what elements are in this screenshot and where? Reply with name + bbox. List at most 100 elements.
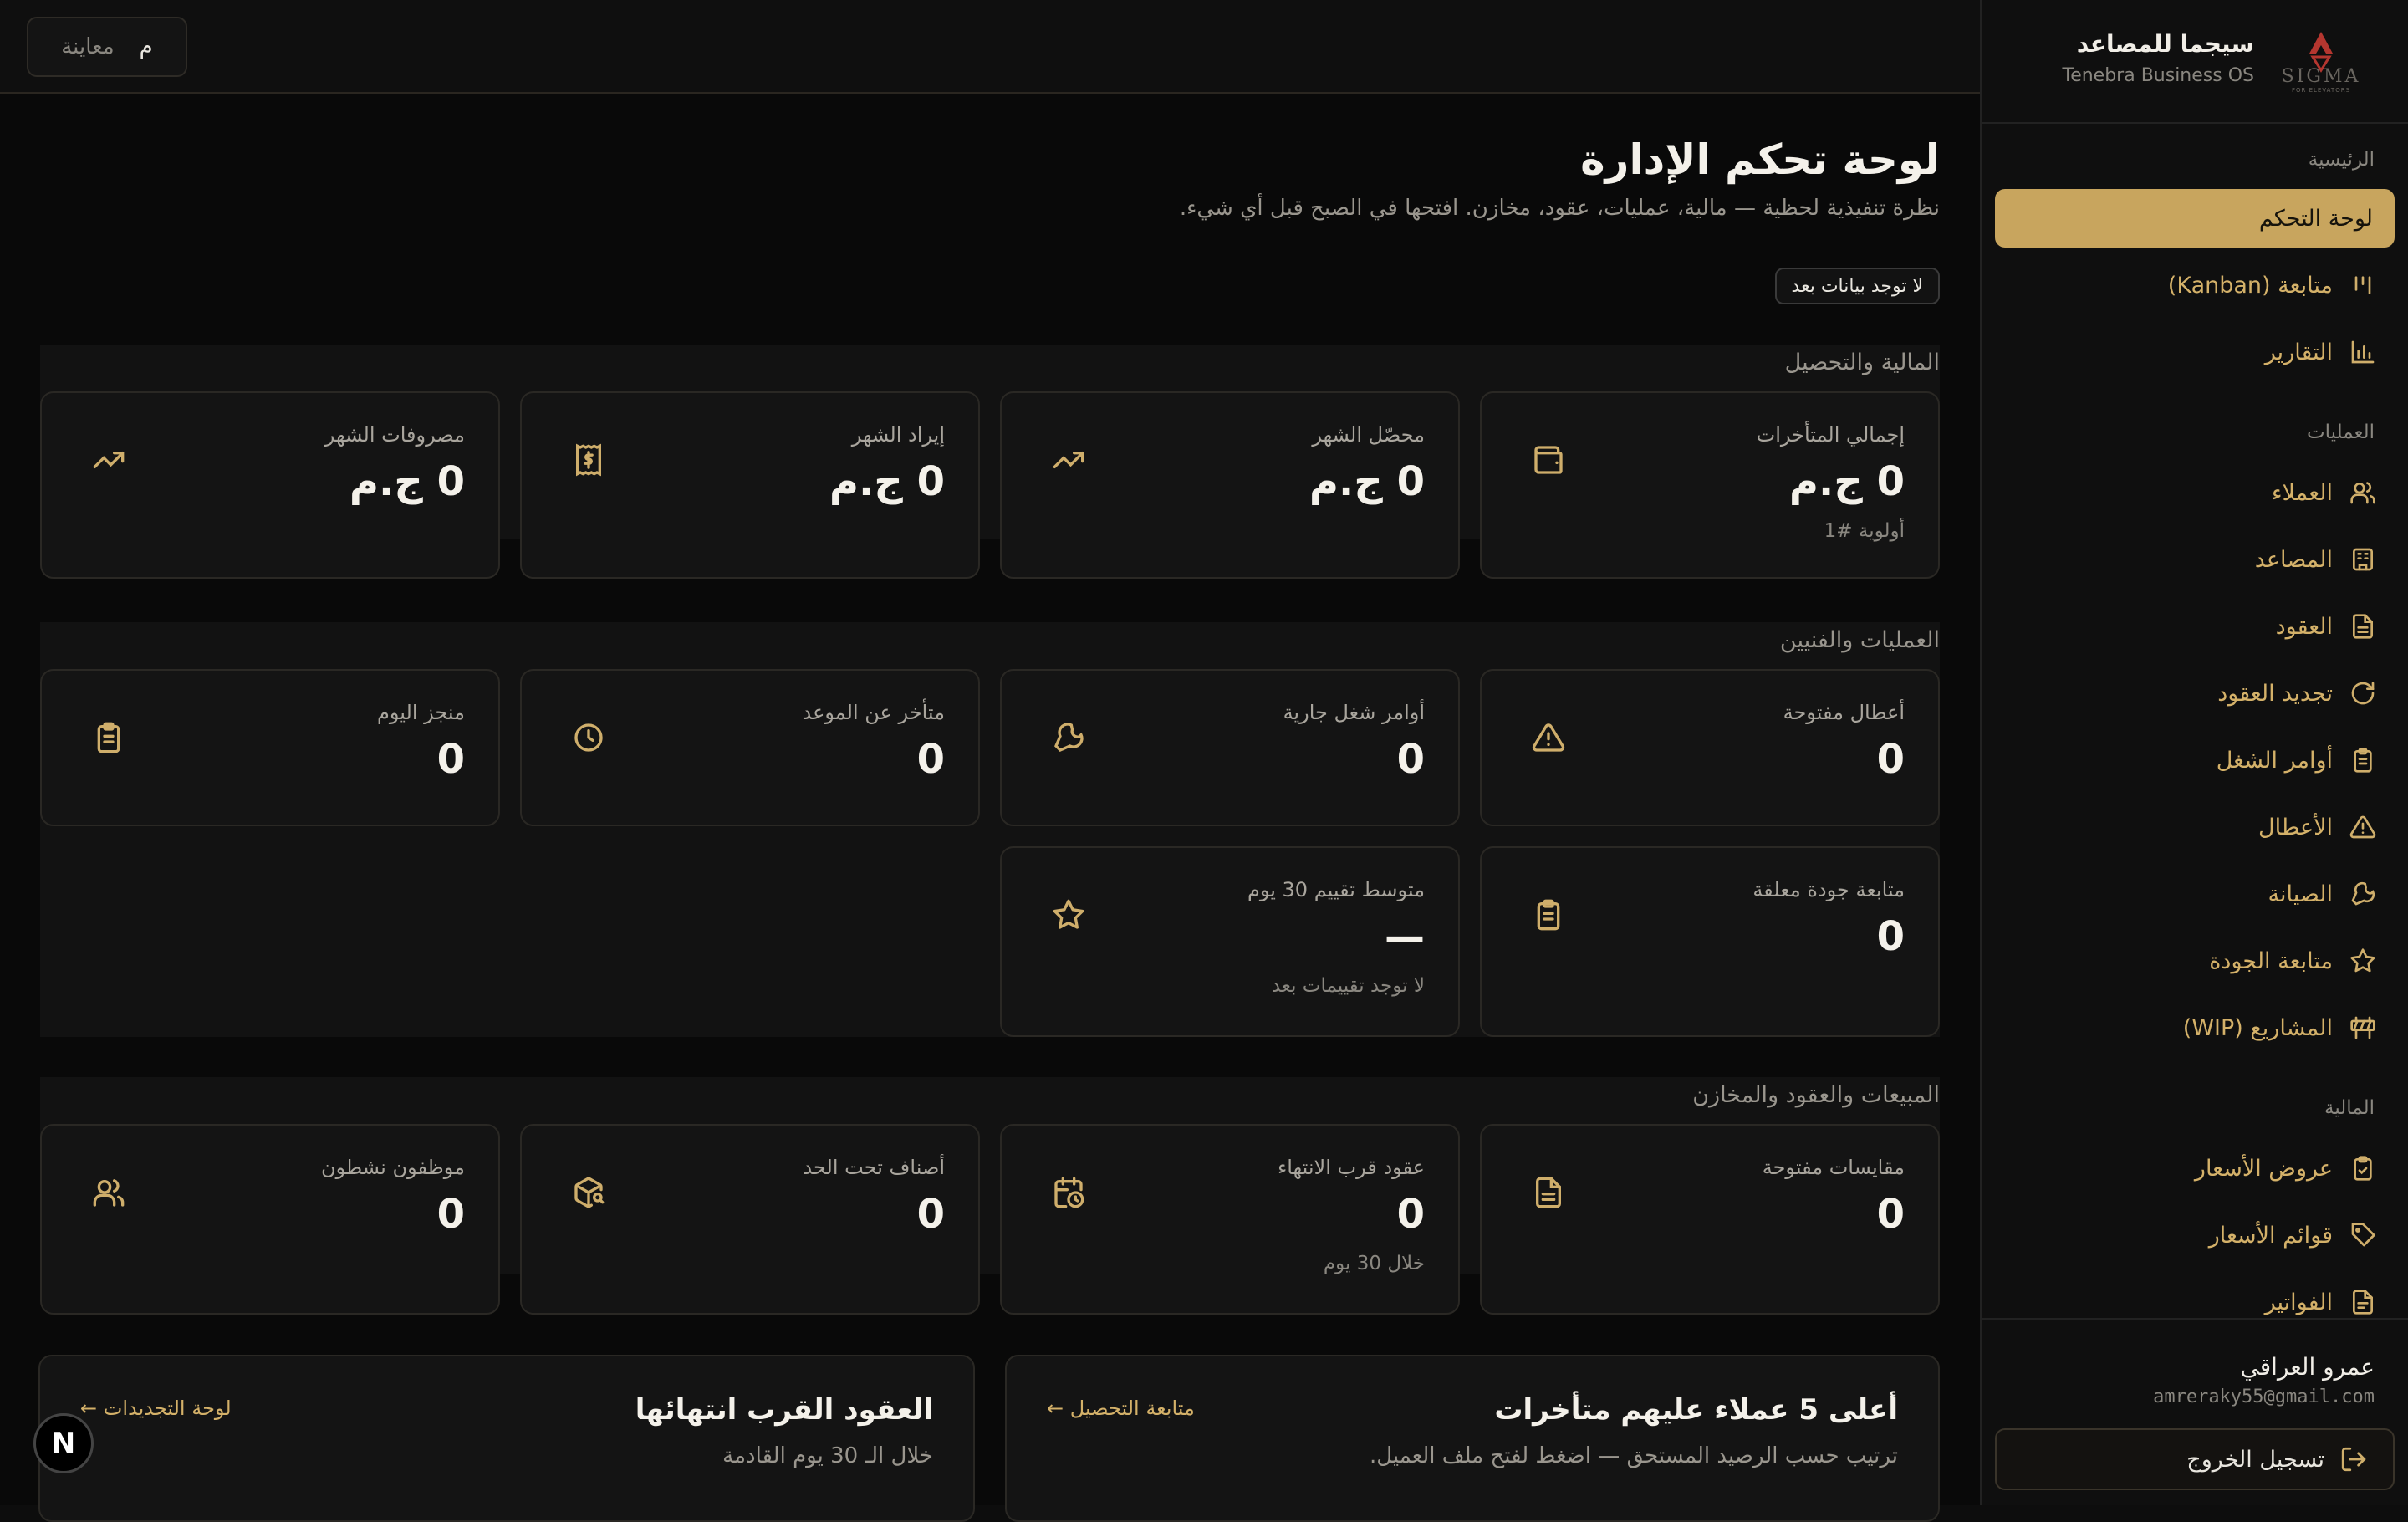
kpi-label: إجمالي المتأخرات (1756, 423, 1905, 447)
sidebar-item-label: الفواتير (2264, 1289, 2333, 1315)
logout-button[interactable]: تسجيل الخروج (1995, 1428, 2395, 1490)
wrench-icon (1054, 723, 1084, 752)
preview-toggle[interactable]: معاينة م (27, 17, 187, 77)
user-email: amreraky55@gmail.com (2153, 1387, 2375, 1407)
sidebar-nav: الرئيسية لوحة التحكم متابعة (Kanban) الت… (1982, 124, 2408, 1320)
kpi-label: مقايسات مفتوحة (1762, 1156, 1905, 1179)
svg-text:FOR ELEVATORS: FOR ELEVATORS (2292, 87, 2350, 94)
star-icon (2350, 948, 2375, 973)
sidebar-item-reports[interactable]: التقارير (1995, 323, 2395, 381)
renewals-board-link[interactable]: لوحة التجديدات ← (80, 1397, 232, 1420)
users-icon (2350, 482, 2375, 504)
logout-icon (2341, 1447, 2366, 1472)
users-icon (93, 1179, 125, 1207)
kpi-label: متابعة جودة معلقة (1752, 878, 1905, 901)
page-title: لوحة تحكم الإدارة (1580, 135, 1940, 184)
kpi-card-total-overdue[interactable]: إجمالي المتأخرات 0 ج.م أولوية #1 (1480, 391, 1940, 579)
kpi-card-overdue-tasks[interactable]: متأخر عن الموعد 0 (520, 669, 980, 826)
kpi-label: متأخر عن الموعد (802, 701, 945, 724)
sidebar-item-label: متابعة (Kanban) (2167, 272, 2333, 299)
kpi-card-low-stock[interactable]: أصناف تحت الحد 0 (520, 1124, 980, 1315)
sidebar-item-elevators[interactable]: المصاعد (1995, 530, 2395, 589)
sidebar-item-label: تجديد العقود (2217, 680, 2333, 707)
wrench-icon (2351, 881, 2375, 906)
kpi-card-avg-rating[interactable]: متوسط تقييم 30 يوم — لا توجد تقييمات بعد (1000, 846, 1460, 1037)
barrier-icon (2350, 1016, 2375, 1039)
sidebar-item-work-orders[interactable]: أوامر الشغل (1995, 731, 2395, 789)
nav-section-home: الرئيسية (2308, 149, 2375, 171)
kpi-card-month-collected[interactable]: محصّل الشهر 0 ج.م (1000, 391, 1460, 579)
sidebar-item-invoices[interactable]: الفواتير (1995, 1273, 2395, 1320)
kpi-label: أوامر شغل جارية (1283, 701, 1425, 724)
brand-name: سيجما للمصاعد (2076, 30, 2254, 58)
sidebar-item-projects[interactable]: المشاريع (WIP) (1995, 998, 2395, 1057)
kpi-value: 0 (436, 1191, 465, 1238)
section-title: المبيعات والعقود والمخازن (1692, 1082, 1940, 1108)
kpi-card-open-faults[interactable]: أعطال مفتوحة 0 (1480, 669, 1940, 826)
sidebar-item-contracts[interactable]: العقود (1995, 597, 2395, 656)
kpi-value: 0 (1396, 736, 1425, 783)
sidebar-item-dashboard[interactable]: لوحة التحكم (1995, 189, 2395, 248)
sidebar-item-label: الأعطال (2258, 814, 2333, 840)
nav-section-finance: المالية (2324, 1097, 2375, 1119)
nav-section-operations: العمليات (2306, 421, 2375, 443)
sidebar-item-label: الصيانة (2268, 881, 2333, 907)
kpi-label: مصروفات الشهر (324, 423, 465, 447)
topbar: معاينة م (0, 0, 1980, 94)
star-icon (1053, 899, 1084, 929)
kpi-value: 0 (1876, 736, 1905, 783)
building-icon (2353, 548, 2373, 571)
kpi-label: أصناف تحت الحد (803, 1156, 945, 1179)
kpi-value: 0 ج.م (1788, 458, 1905, 505)
panel-title: العقود القرب انتهائها (635, 1393, 933, 1427)
sidebar-item-label: المشاريع (WIP) (2182, 1014, 2333, 1041)
kpi-value: 0 ج.م (829, 458, 945, 505)
kpi-card-pending-quality[interactable]: متابعة جودة معلقة 0 (1480, 846, 1940, 1037)
kpi-value: 0 ج.م (1309, 458, 1425, 505)
sidebar-item-kanban[interactable]: متابعة (Kanban) (1995, 256, 2395, 314)
kpi-card-active-work-orders[interactable]: أوامر شغل جارية 0 (1000, 669, 1460, 826)
kpi-value: — (1385, 913, 1425, 960)
sidebar-item-price-lists[interactable]: قوائم الأسعار (1995, 1206, 2395, 1264)
kpi-note: أولوية #1 (1824, 520, 1905, 542)
kpi-card-month-revenue[interactable]: إيراد الشهر 0 ج.م (520, 391, 980, 579)
panel-subtitle: ترتيب حسب الرصيد المستحق — اضغط لفتح ملف… (1369, 1443, 1898, 1468)
kpi-note: لا توجد تقييمات بعد (1271, 975, 1425, 997)
logout-label: تسجيل الخروج (2186, 1446, 2324, 1473)
sidebar-item-customers[interactable]: العملاء (1995, 463, 2395, 522)
sidebar: SIGMA FOR ELEVATORS سيجما للمصاعد Tenebr… (1980, 0, 2408, 1505)
kpi-card-open-estimates[interactable]: مقايسات مفتوحة 0 (1480, 1124, 1940, 1315)
sigma-logo: SIGMA FOR ELEVATORS (2282, 32, 2361, 94)
refresh-icon (2351, 682, 2375, 705)
clipboard-icon (97, 722, 120, 753)
trending-up-icon (1053, 452, 1084, 468)
sidebar-item-label: قوائم الأسعار (2208, 1222, 2333, 1249)
alert-triangle-icon (1532, 723, 1565, 752)
kpi-value: 0 (1876, 913, 1905, 960)
dev-tools-badge[interactable]: N (33, 1413, 94, 1473)
kpi-value: 0 (1396, 1191, 1425, 1238)
sidebar-item-contract-renewal[interactable]: تجديد العقود (1995, 664, 2395, 723)
invoice-icon (2353, 1290, 2373, 1315)
clipboard-check-icon (2354, 1156, 2372, 1181)
svg-text:SIGMA: SIGMA (2282, 66, 2361, 87)
kpi-label: موظفون نشطون (321, 1156, 465, 1179)
sidebar-item-quality[interactable]: متابعة الجودة (1995, 932, 2395, 990)
receipt-icon (576, 443, 601, 477)
kpi-value: 0 (1876, 1191, 1905, 1238)
document-icon (1536, 1177, 1561, 1208)
kpi-card-active-employees[interactable]: موظفون نشطون 0 (40, 1124, 500, 1315)
collection-followup-link[interactable]: متابعة التحصيل ← (1047, 1397, 1195, 1420)
sidebar-item-quotations[interactable]: عروض الأسعار (1995, 1139, 2395, 1198)
kpi-card-month-expenses[interactable]: مصروفات الشهر 0 ج.م (40, 391, 500, 579)
kpi-card-expiring-contracts[interactable]: عقود قرب الانتهاء 0 خلال 30 يوم (1000, 1124, 1460, 1315)
sidebar-item-maintenance[interactable]: الصيانة (1995, 865, 2395, 923)
kpi-card-done-today[interactable]: منجز اليوم 0 (40, 669, 500, 826)
sidebar-item-label: أوامر الشغل (2216, 747, 2333, 774)
sidebar-item-faults[interactable]: الأعطال (1995, 798, 2395, 856)
kpi-label: محصّل الشهر (1312, 423, 1425, 447)
operations-section: العمليات والفنيين أعطال مفتوحة 0 أوامر ش… (40, 622, 1940, 1037)
kpi-label: منجز اليوم (377, 701, 465, 724)
kpi-value: 0 (916, 1191, 945, 1238)
clipboard-icon (1537, 899, 1560, 931)
